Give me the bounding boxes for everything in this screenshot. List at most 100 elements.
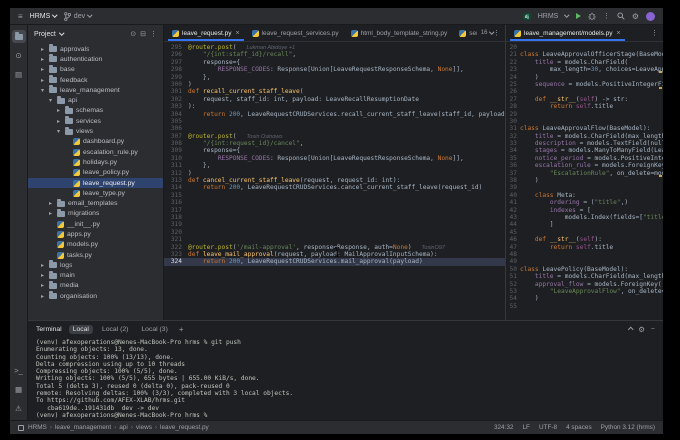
terminal-tab-local[interactable]: Local [68, 324, 93, 334]
line-number: 297 [170, 58, 182, 66]
tree-item-tasks.py[interactable]: tasks.py [28, 250, 163, 260]
tree-item-apps.py[interactable]: apps.py [28, 229, 163, 239]
git-branch-widget[interactable]: dev [63, 11, 93, 21]
code-editor-right[interactable]: 20 21 class LeaveApprovalOfficerStage(Base… [506, 42, 663, 320]
more-actions-icon[interactable]: ⋮ [603, 12, 610, 20]
tree-item-api[interactable]: ▾ api [28, 95, 163, 105]
chevron-icon[interactable]: ▸ [39, 77, 46, 84]
tree-item-organisation[interactable]: ▸ organisation [28, 291, 163, 301]
run-config-name[interactable]: HRMS [538, 13, 559, 20]
project-widget[interactable]: HRMS [30, 13, 58, 20]
status-item-python-3.12-hrms-[interactable]: Python 3.12 (hrms) [601, 424, 655, 431]
terminal-panel-title[interactable]: Terminal [36, 326, 62, 333]
tree-item-logs[interactable]: ▸ logs [28, 260, 163, 270]
tree-item-models.py[interactable]: models.py [28, 240, 163, 250]
maximize-panel-icon[interactable] [628, 327, 634, 333]
status-item-4-spaces[interactable]: 4 spaces [566, 424, 592, 431]
tree-item-base[interactable]: ▸ base [28, 64, 163, 75]
tree-item-escalation_rule.py[interactable]: escalation_rule.py [28, 147, 163, 157]
new-terminal-button[interactable]: + [179, 325, 184, 334]
status-item-utf-8[interactable]: UTF-8 [539, 424, 557, 431]
chevron-icon[interactable]: ▸ [39, 272, 46, 279]
chevron-icon[interactable]: ▸ [39, 66, 46, 73]
chevron-icon[interactable]: ▸ [47, 200, 54, 207]
tree-item-leave_management[interactable]: ▾ leave_management [28, 85, 163, 95]
terminal-tab-local-2-[interactable]: Local (2) [98, 325, 132, 334]
collapse-all-icon[interactable]: ⊟ [140, 30, 146, 38]
tree-item-leave_policy.py[interactable]: leave_policy.py [28, 168, 163, 178]
breadcrumb-item-api[interactable]: api [119, 424, 128, 431]
tab-leave_management-models.py[interactable]: leave_management/models.py × [508, 25, 627, 41]
terminal-icon[interactable]: >_ [12, 364, 26, 377]
chevron-icon[interactable]: ▸ [39, 46, 46, 53]
tree-item-leave_request.py[interactable]: leave_request.py [28, 177, 163, 189]
tree-item-feedback[interactable]: ▸ feedback [28, 75, 163, 85]
tree-item-__init__.py[interactable]: __init__.py [28, 219, 163, 229]
tab-html_body_template_string.py[interactable]: html_body_template_string.py [345, 25, 454, 41]
breadcrumb-item-hrms[interactable]: HRMS [28, 424, 47, 431]
chevron-icon[interactable]: ▾ [55, 128, 62, 135]
terminal-panel: Terminal Local Local (2) Local (3) + ⚙ − (… [28, 320, 663, 422]
chevron-icon[interactable]: ▾ [39, 87, 46, 94]
services-icon[interactable]: ▦ [12, 383, 26, 396]
chevron-icon[interactable]: ▸ [39, 56, 46, 63]
line-number: 20 [509, 44, 517, 51]
tab-leave_request_services.py[interactable]: leave_request_services.py [246, 25, 345, 41]
tab-options-icon[interactable]: ⋮ [651, 29, 658, 37]
run-button[interactable] [575, 13, 581, 19]
editor-tabs-right: leave_management/models.py × ⋮ [506, 25, 663, 42]
main-menu-icon[interactable]: ≡ [18, 12, 23, 21]
tree-item-main[interactable]: ▸ main [28, 270, 163, 281]
close-tab-icon[interactable]: × [617, 30, 621, 37]
code-editor-left[interactable]: 295 @router.post(Lukman Abidoye +1 296 "/{… [164, 42, 505, 320]
select-opened-file-icon[interactable]: ⊙ [130, 30, 136, 38]
chevron-icon[interactable]: ▸ [39, 282, 46, 289]
hidden-tabs-button[interactable]: 16 [481, 29, 494, 36]
structure-icon[interactable]: ▤ [12, 68, 26, 81]
project-icon[interactable] [11, 30, 26, 43]
chevron-icon[interactable]: ▸ [55, 118, 62, 125]
tree-item-schemas[interactable]: ▸ schemas [28, 105, 163, 116]
chevron-down-icon[interactable] [59, 30, 65, 36]
hide-panel-icon[interactable]: − [651, 326, 655, 333]
status-item-324-32[interactable]: 324:32 [494, 424, 514, 431]
terminal-settings-icon[interactable]: ⚙ [638, 325, 645, 334]
chevron-icon[interactable]: ▸ [47, 210, 54, 217]
chevron-icon[interactable]: ▸ [55, 107, 62, 114]
tab-send_email.py[interactable]: send_email.py [453, 25, 477, 41]
search-icon[interactable] [617, 12, 625, 20]
tree-item-dashboard.py[interactable]: dashboard.py [28, 137, 163, 147]
more-icon[interactable]: ⋮ [150, 30, 157, 38]
chevron-icon[interactable]: ▾ [47, 97, 54, 104]
chevron-icon[interactable]: ▸ [39, 293, 46, 300]
close-tab-icon[interactable]: × [236, 30, 240, 37]
breadcrumb-item-leave_request.py[interactable]: leave_request.py [160, 424, 209, 431]
project-panel-title[interactable]: Project [34, 31, 56, 38]
chevron-icon[interactable]: ▸ [39, 262, 46, 269]
tree-item-email_templates[interactable]: ▸ email_templates [28, 198, 163, 208]
tree-item-migrations[interactable]: ▸ migrations [28, 208, 163, 219]
run-config-chevron-icon[interactable] [564, 12, 570, 18]
terminal-output[interactable]: (venv) afexoperations@Nenes-MacBook-Pro … [28, 337, 663, 421]
settings-gear-icon[interactable]: ⚙ [632, 12, 639, 21]
tab-options-icon[interactable]: ⋮ [493, 29, 500, 37]
tree-item-views[interactable]: ▾ views [28, 126, 163, 136]
avatar[interactable] [646, 11, 655, 21]
breadcrumb-item-views[interactable]: views [136, 424, 152, 431]
tree-item-approvals[interactable]: ▸ approvals [28, 44, 163, 54]
tree-item-leave_type.py[interactable]: leave_type.py [28, 188, 163, 198]
status-item-lf[interactable]: LF [522, 424, 529, 431]
problems-icon[interactable]: ⚠ [12, 402, 26, 415]
terminal-tab-local-3-[interactable]: Local (3) [137, 325, 171, 334]
breadcrumb-item-leave_management[interactable]: leave_management [55, 424, 111, 431]
tree-item-services[interactable]: ▸ services [28, 116, 163, 126]
tab-leave_request.py[interactable]: leave_request.py × [166, 25, 246, 41]
code-line-310: 310 RESPONSE_CODES: Response[Union[Leave… [164, 155, 505, 162]
terminal-header: Terminal Local Local (2) Local (3) + ⚙ − [28, 321, 663, 337]
tree-item-holidays.py[interactable]: holidays.py [28, 157, 163, 167]
tree-item-authentication[interactable]: ▸ authentication [28, 54, 163, 64]
debug-icon[interactable] [588, 12, 596, 20]
tree-item-media[interactable]: ▸ media [28, 280, 163, 291]
commit-icon[interactable]: ⊙ [12, 49, 26, 62]
python-file-icon [73, 189, 80, 197]
